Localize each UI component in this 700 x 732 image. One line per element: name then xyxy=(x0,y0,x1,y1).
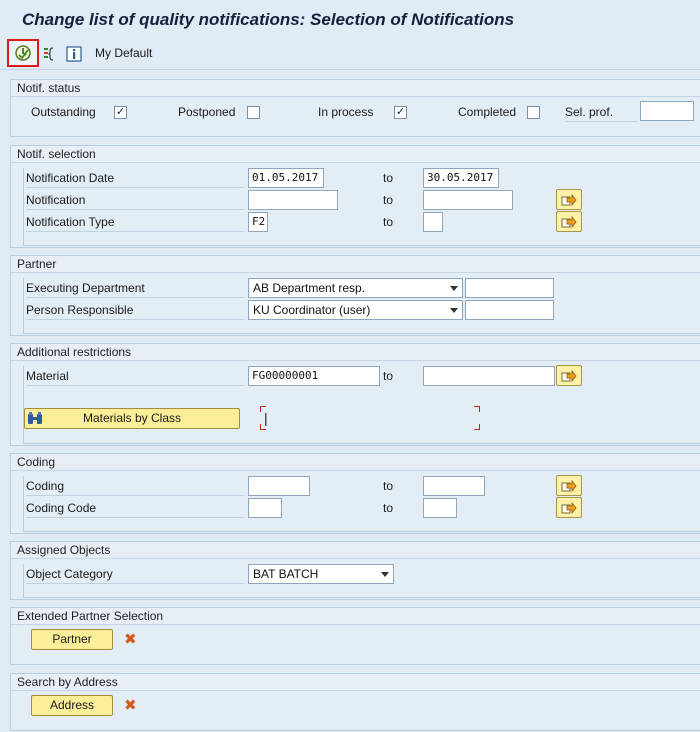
to-label: to xyxy=(383,479,394,493)
selection-options-icon[interactable] xyxy=(42,45,60,63)
chevron-down-icon xyxy=(381,572,389,577)
notification-type-to-input[interactable] xyxy=(423,212,443,232)
completed-checkbox[interactable] xyxy=(527,106,540,119)
group-notif-selection: Notif. selection Notification Date 01.05… xyxy=(10,145,700,248)
my-default-button[interactable]: My Default xyxy=(95,46,152,60)
to-label: to xyxy=(383,193,394,207)
arrow-right-icon xyxy=(561,193,577,206)
binoculars-icon xyxy=(28,412,42,424)
arrow-right-icon xyxy=(561,369,577,382)
sel-prof-input[interactable] xyxy=(640,101,694,121)
chevron-down-icon xyxy=(450,286,458,291)
in-process-checkbox[interactable]: ✓ xyxy=(394,106,407,119)
group-header: Notif. status xyxy=(11,80,700,97)
group-header: Additional restrictions xyxy=(11,344,700,361)
execute-clock-icon xyxy=(15,45,31,61)
group-coding: Coding Coding to Coding Code to xyxy=(10,453,700,534)
person-responsible-label: Person Responsible xyxy=(26,303,134,317)
to-label: to xyxy=(383,171,394,185)
coding-to-input[interactable] xyxy=(423,476,485,496)
group-notif-status: Notif. status Outstanding ✓ Postponed In… xyxy=(10,79,700,137)
chevron-down-icon xyxy=(450,308,458,313)
multiple-selection-button[interactable] xyxy=(556,189,582,210)
group-header: Extended Partner Selection xyxy=(11,608,700,625)
to-label: to xyxy=(383,215,394,229)
coding-code-label: Coding Code xyxy=(26,501,97,515)
material-label: Material xyxy=(26,369,69,383)
notification-label: Notification xyxy=(26,193,86,207)
multiple-selection-button[interactable] xyxy=(556,475,582,496)
notification-date-from-input[interactable]: 01.05.2017 xyxy=(248,168,324,188)
notification-from-input[interactable] xyxy=(248,190,338,210)
material-from-input[interactable]: FG00000001 xyxy=(248,366,380,386)
coding-code-to-input[interactable] xyxy=(423,498,457,518)
group-extended-partner-selection: Extended Partner Selection Partner ✖ xyxy=(10,607,700,665)
application-toolbar: My Default xyxy=(0,38,700,70)
class-value-cursor[interactable]: | xyxy=(264,410,268,426)
notification-date-label: Notification Date xyxy=(26,171,115,185)
notification-type-from-input[interactable]: F2 xyxy=(248,212,268,232)
group-search-by-address: Search by Address Address ✖ xyxy=(10,673,700,731)
info-icon[interactable] xyxy=(65,45,83,63)
to-label: to xyxy=(383,369,394,383)
delete-icon[interactable]: ✖ xyxy=(124,696,137,714)
object-category-select[interactable]: BAT BATCH xyxy=(248,564,394,584)
executing-department-input[interactable] xyxy=(465,278,554,298)
executing-department-select[interactable]: AB Department resp. xyxy=(248,278,463,298)
group-header: Search by Address xyxy=(11,674,700,691)
arrow-right-icon xyxy=(561,479,577,492)
page-title: Change list of quality notifications: Se… xyxy=(22,10,515,29)
person-responsible-input[interactable] xyxy=(465,300,554,320)
multiple-selection-button[interactable] xyxy=(556,497,582,518)
materials-by-class-button[interactable]: Materials by Class xyxy=(24,408,240,429)
group-header: Partner xyxy=(11,256,700,273)
notification-type-label: Notification Type xyxy=(26,215,115,229)
coding-label: Coding xyxy=(26,479,65,493)
group-header: Assigned Objects xyxy=(11,542,700,559)
group-assigned-objects: Assigned Objects Object Category BAT BAT… xyxy=(10,541,700,600)
arrow-right-icon xyxy=(561,215,577,228)
notification-date-to-input[interactable]: 30.05.2017 xyxy=(423,168,499,188)
execute-button[interactable] xyxy=(7,39,39,67)
notification-to-input[interactable] xyxy=(423,190,513,210)
material-to-input[interactable] xyxy=(423,366,555,386)
outstanding-checkbox[interactable]: ✓ xyxy=(114,106,127,119)
postponed-checkbox[interactable] xyxy=(247,106,260,119)
postponed-label: Postponed xyxy=(178,105,236,119)
object-category-label: Object Category xyxy=(26,567,113,581)
coding-from-input[interactable] xyxy=(248,476,310,496)
outstanding-label: Outstanding xyxy=(31,105,96,119)
bracket-top-right xyxy=(474,406,480,412)
completed-label: Completed xyxy=(458,105,517,119)
bracket-bottom-right xyxy=(474,424,480,430)
group-partner: Partner Executing Department AB Departme… xyxy=(10,255,700,336)
multiple-selection-button[interactable] xyxy=(556,365,582,386)
person-responsible-select[interactable]: KU Coordinator (user) xyxy=(248,300,463,320)
sel-prof-label: Sel. prof. xyxy=(565,105,614,119)
multiple-selection-button[interactable] xyxy=(556,211,582,232)
group-header: Coding xyxy=(11,454,700,471)
coding-code-from-input[interactable] xyxy=(248,498,282,518)
delete-icon[interactable]: ✖ xyxy=(124,630,137,648)
title-bar: Change list of quality notifications: Se… xyxy=(0,0,700,38)
group-header: Notif. selection xyxy=(11,146,700,163)
in-process-label: In process xyxy=(318,105,374,119)
arrow-right-icon xyxy=(561,501,577,514)
to-label: to xyxy=(383,501,394,515)
address-button[interactable]: Address xyxy=(31,695,113,716)
executing-department-label: Executing Department xyxy=(26,281,145,295)
group-additional-restrictions: Additional restrictions Material FG00000… xyxy=(10,343,700,446)
partner-button[interactable]: Partner xyxy=(31,629,113,650)
